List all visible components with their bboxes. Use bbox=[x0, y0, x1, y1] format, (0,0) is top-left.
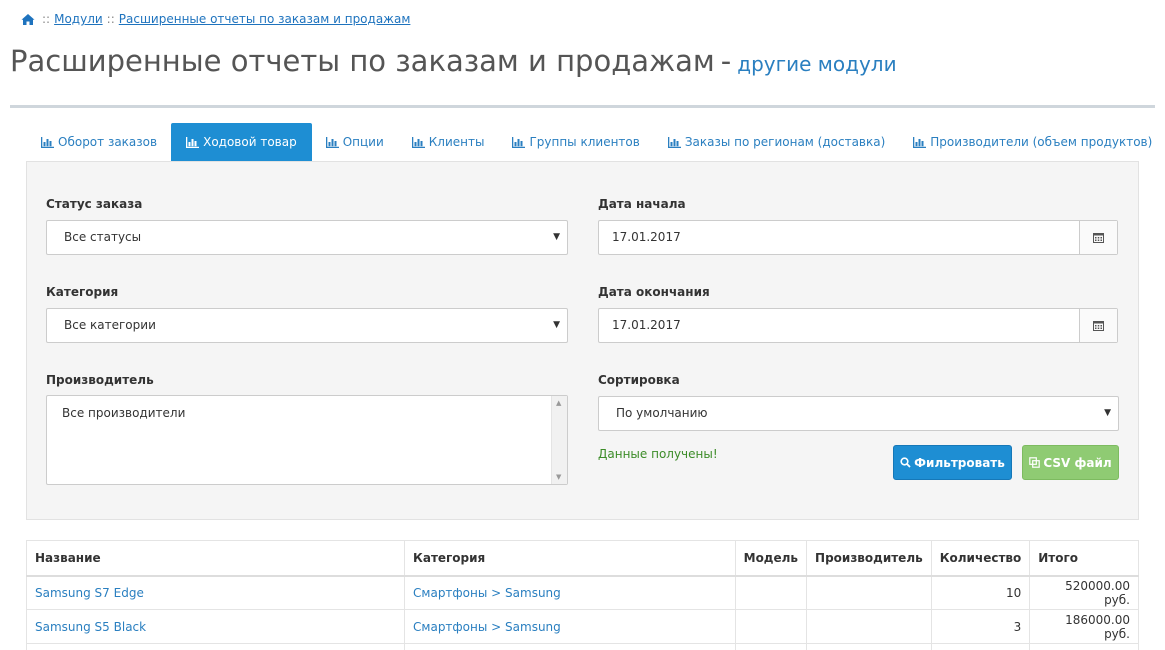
product-link[interactable]: Samsung S7 Edge bbox=[35, 586, 144, 600]
column-header-category: Категория bbox=[404, 540, 736, 577]
breadcrumb-separator: :: bbox=[42, 12, 51, 26]
manufacturer-multiselect[interactable]: Все производители ▲ ▼ bbox=[46, 395, 568, 485]
filter-button[interactable]: Фильтровать bbox=[893, 445, 1012, 480]
cell-category: Смартфоны > Samsung bbox=[404, 575, 736, 610]
tab-label: Группы клиентов bbox=[529, 135, 640, 149]
category-select[interactable]: Все категории ▼ bbox=[46, 308, 568, 343]
scroll-down-icon[interactable]: ▼ bbox=[556, 473, 561, 481]
tab-label: Производители (объем продуктов) bbox=[930, 135, 1153, 149]
date-end-label: Дата окончания bbox=[598, 285, 710, 299]
cell-manufacturer bbox=[806, 575, 932, 610]
breadcrumb-link-report[interactable]: Расширенные отчеты по заказам и продажам bbox=[119, 12, 411, 26]
order-status-select[interactable]: Все статусы ▼ bbox=[46, 220, 568, 255]
column-header-manufacturer: Производитель bbox=[806, 540, 932, 577]
cell-total: 186000.00 руб. bbox=[1029, 609, 1139, 644]
date-end-value: 17.01.2017 bbox=[612, 318, 681, 332]
manufacturer-label: Производитель bbox=[46, 373, 154, 387]
chevron-down-icon: ▼ bbox=[1104, 408, 1111, 418]
tab-manufacturers[interactable]: Производители (объем продуктов) bbox=[899, 123, 1165, 161]
table-row: Samsung S5 Black Смартфоны > Samsung 3 1… bbox=[25, 609, 1139, 644]
other-modules-link[interactable]: другие модули bbox=[737, 52, 896, 76]
column-header-quantity: Количество bbox=[930, 540, 1031, 577]
tab-customer-groups[interactable]: Группы клиентов bbox=[498, 123, 653, 161]
tab-options[interactable]: Опции bbox=[312, 123, 398, 161]
cell-total: 520000.00 руб. bbox=[1029, 575, 1139, 610]
cell-category: Смартфоны > Samsung bbox=[404, 609, 736, 644]
search-icon bbox=[900, 457, 911, 468]
csv-button[interactable]: CSV файл bbox=[1022, 445, 1119, 480]
category-label: Категория bbox=[46, 285, 119, 299]
column-header-total: Итого bbox=[1029, 540, 1139, 577]
tab-label: Оборот заказов bbox=[58, 135, 158, 149]
breadcrumb-link-modules[interactable]: Модули bbox=[54, 12, 103, 26]
date-start-label: Дата начала bbox=[598, 197, 686, 211]
bar-chart-icon bbox=[325, 136, 339, 148]
tab-label: Ходовой товар bbox=[203, 135, 297, 149]
bar-chart-icon bbox=[41, 136, 54, 148]
category-link[interactable]: Смартфоны > Samsung bbox=[413, 586, 561, 600]
chevron-down-icon: ▼ bbox=[553, 320, 560, 330]
cell-manufacturer bbox=[806, 609, 932, 644]
report-tabs: Оборот заказов Ходовой товар Опции Клиен… bbox=[27, 123, 1165, 161]
sort-value: По умолчанию bbox=[616, 406, 708, 420]
category-value: Все категории bbox=[64, 318, 156, 332]
bar-chart-icon bbox=[913, 136, 927, 148]
filter-button-label: Фильтровать bbox=[914, 455, 1005, 470]
cell-name: Samsung S7 Edge bbox=[25, 575, 406, 610]
tab-label: Опции bbox=[342, 135, 384, 149]
cell-name: Samsung S5 Black bbox=[25, 609, 406, 644]
cell-model bbox=[734, 609, 808, 644]
scroll-up-icon[interactable]: ▲ bbox=[556, 399, 561, 407]
tab-label: Клиенты bbox=[428, 135, 485, 149]
calendar-button[interactable] bbox=[1079, 221, 1117, 254]
tab-bestsellers[interactable]: Ходовой товар bbox=[171, 123, 312, 161]
tab-orders-by-region[interactable]: Заказы по регионам (доставка) bbox=[654, 123, 899, 161]
calendar-icon bbox=[1093, 321, 1104, 331]
breadcrumb: :: Модули :: Расширенные отчеты по заказ… bbox=[21, 12, 410, 26]
page-title-text: Расширенные отчеты по заказам и продажам bbox=[10, 44, 715, 78]
page-title: Расширенные отчеты по заказам и продажам… bbox=[10, 44, 897, 78]
cell-quantity: 10 bbox=[930, 575, 1031, 610]
chevron-down-icon: ▼ bbox=[553, 232, 560, 242]
order-status-label: Статус заказа bbox=[46, 197, 143, 211]
copy-icon bbox=[1029, 457, 1041, 468]
column-header-model: Модель bbox=[734, 540, 808, 577]
manufacturer-option[interactable]: Все производители bbox=[62, 406, 185, 420]
calendar-button[interactable] bbox=[1079, 309, 1117, 342]
home-icon[interactable] bbox=[21, 13, 35, 26]
results-table: Название Категория Модель Производитель … bbox=[25, 540, 1139, 650]
status-message: Данные получены! bbox=[598, 447, 718, 461]
cell-model bbox=[734, 575, 808, 610]
tab-label: Заказы по регионам (доставка) bbox=[684, 135, 886, 149]
bar-chart-icon bbox=[186, 136, 200, 148]
cell-quantity: 3 bbox=[930, 609, 1031, 644]
product-link[interactable]: Samsung S5 Black bbox=[35, 620, 146, 634]
order-status-value: Все статусы bbox=[64, 230, 142, 244]
tab-order-turnover[interactable]: Оборот заказов bbox=[27, 123, 171, 161]
scrollbar[interactable]: ▲ ▼ bbox=[551, 396, 567, 484]
bar-chart-icon bbox=[512, 136, 526, 148]
bar-chart-icon bbox=[411, 136, 425, 148]
csv-button-label: CSV файл bbox=[1043, 455, 1112, 470]
table-row: Samsung S7 Edge Смартфоны > Samsung 10 5… bbox=[25, 575, 1139, 610]
sort-select[interactable]: По умолчанию ▼ bbox=[598, 396, 1119, 431]
category-link[interactable]: Смартфоны > Samsung bbox=[413, 620, 561, 634]
table-row bbox=[25, 643, 1139, 650]
column-header-name: Название bbox=[25, 540, 406, 577]
calendar-icon bbox=[1093, 233, 1104, 243]
tab-customers[interactable]: Клиенты bbox=[398, 123, 499, 161]
date-end-input[interactable]: 17.01.2017 bbox=[598, 308, 1118, 343]
bar-chart-icon bbox=[667, 136, 681, 148]
date-start-input[interactable]: 17.01.2017 bbox=[598, 220, 1118, 255]
breadcrumb-separator: :: bbox=[106, 12, 115, 26]
date-start-value: 17.01.2017 bbox=[612, 230, 681, 244]
table-header-row: Название Категория Модель Производитель … bbox=[25, 540, 1139, 577]
sort-label: Сортировка bbox=[598, 373, 680, 387]
title-dash: - bbox=[720, 44, 732, 78]
